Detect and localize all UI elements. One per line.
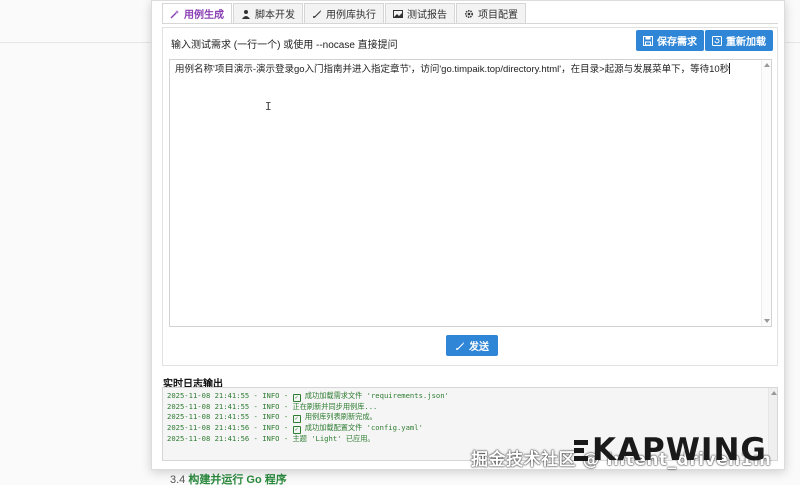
button-label: 重新加载 bbox=[726, 37, 766, 48]
log-prefix: 2025-11-08 21:41:55 - INFO - bbox=[167, 391, 293, 400]
log-line: 2025-11-08 21:41:55 - INFO - ✓ 用例库列表刷新完成… bbox=[167, 412, 773, 423]
button-label: 保存需求 bbox=[657, 37, 697, 48]
textarea-scrollbar[interactable] bbox=[761, 60, 771, 326]
tab-label: 测试报告 bbox=[407, 10, 447, 21]
save-requirements-button[interactable]: 保存需求 bbox=[636, 30, 704, 51]
tab-divider bbox=[162, 23, 778, 24]
kapwing-watermark-logo: KAPWING bbox=[574, 432, 767, 468]
check-icon: ✓ bbox=[292, 394, 301, 402]
textarea-value: 用例名称'项目演示-演示登录go入门指南并进入指定章节'，访问'go.timpa… bbox=[175, 64, 730, 75]
magic-wand-icon bbox=[170, 9, 179, 18]
scroll-down-arrow-icon[interactable] bbox=[764, 319, 770, 323]
kapwing-wordmark: KAPWING bbox=[592, 432, 767, 468]
send-button[interactable]: 发送 bbox=[446, 335, 498, 356]
rocket-icon bbox=[456, 341, 464, 350]
image-icon bbox=[393, 9, 403, 18]
user-icon bbox=[242, 9, 250, 19]
tab-project-config[interactable]: 项目配置 bbox=[456, 3, 526, 23]
tab-case-library[interactable]: 用例库执行 bbox=[304, 3, 384, 23]
text-caret bbox=[729, 63, 731, 74]
button-label: 发送 bbox=[469, 342, 489, 353]
requirements-textarea[interactable]: 用例名称'项目演示-演示登录go入门指南并进入指定章节'，访问'go.timpa… bbox=[169, 59, 772, 327]
tab-test-report[interactable]: 测试报告 bbox=[385, 3, 455, 23]
test-tool-window: 用例生成 脚本开发 用例库执行 测试报告 项目配置 输入测试需求 (一行一个) … bbox=[151, 0, 785, 470]
gear-icon bbox=[464, 9, 474, 18]
tab-case-generation[interactable]: 用例生成 bbox=[162, 3, 232, 23]
check-icon: ✓ bbox=[292, 426, 301, 434]
save-icon bbox=[643, 35, 653, 46]
log-prefix: 2025-11-08 21:41:55 - INFO - bbox=[167, 402, 293, 411]
log-text: 用例库列表刷新完成。 bbox=[300, 412, 377, 421]
mouse-ibeam-cursor: I bbox=[265, 100, 272, 113]
rocket-icon bbox=[313, 9, 321, 18]
tab-bar: 用例生成 脚本开发 用例库执行 测试报告 项目配置 bbox=[162, 3, 527, 23]
kapwing-bars-icon bbox=[574, 439, 588, 461]
log-line: 2025-11-08 21:41:55 - INFO - 正在刷新并同步用例库.… bbox=[167, 402, 773, 412]
tab-label: 项目配置 bbox=[478, 10, 518, 21]
scroll-up-arrow-icon[interactable] bbox=[771, 391, 777, 395]
tab-script-dev[interactable]: 脚本开发 bbox=[233, 3, 303, 23]
log-text: 成功加载需求文件 'requirements.json' bbox=[300, 391, 449, 400]
case-generation-panel: 输入测试需求 (一行一个) 或使用 --nocase 直接提问 保存需求 重新加… bbox=[162, 27, 778, 366]
list-item-link[interactable]: 构建并运行 Go 程序 bbox=[188, 474, 286, 485]
input-prompt-label: 输入测试需求 (一行一个) 或使用 --nocase 直接提问 bbox=[171, 40, 398, 51]
tab-label: 用例生成 bbox=[184, 10, 224, 21]
reload-icon bbox=[712, 35, 722, 46]
log-text: 主题 'Light' 已应用。 bbox=[292, 434, 375, 443]
check-icon: ✓ bbox=[292, 415, 301, 423]
log-text: 正在刷新并同步用例库... bbox=[292, 402, 378, 411]
reload-button[interactable]: 重新加载 bbox=[705, 30, 773, 51]
log-text: 成功加载配置文件 'config.yaml' bbox=[300, 423, 423, 432]
list-item-number: 3.4 bbox=[170, 474, 186, 485]
tab-label: 用例库执行 bbox=[326, 10, 376, 21]
log-prefix: 2025-11-08 21:41:56 - INFO - bbox=[167, 423, 293, 432]
log-prefix: 2025-11-08 21:41:55 - INFO - bbox=[167, 412, 293, 421]
log-line: 2025-11-08 21:41:55 - INFO - ✓ 成功加载需求文件 … bbox=[167, 391, 773, 402]
tab-label: 脚本开发 bbox=[255, 10, 295, 21]
scroll-up-arrow-icon[interactable] bbox=[764, 63, 770, 67]
log-prefix: 2025-11-08 21:41:56 - INFO - bbox=[167, 434, 293, 443]
background-list-item[interactable]: 3.4 构建并运行 Go 程序 bbox=[170, 471, 287, 485]
